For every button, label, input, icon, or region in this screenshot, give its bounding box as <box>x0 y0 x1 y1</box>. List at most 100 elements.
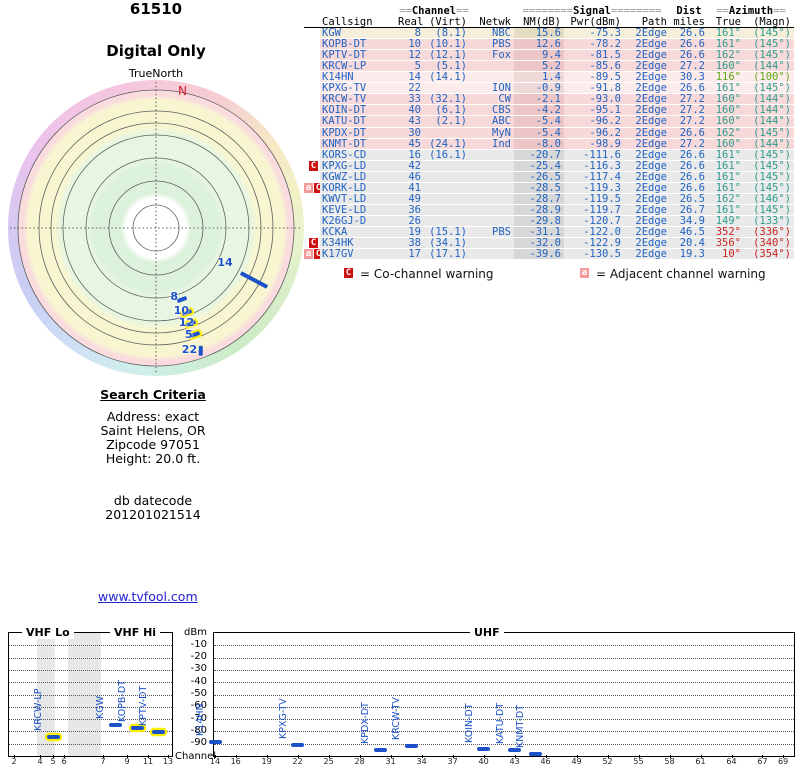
x-axis-tick-label: 31 <box>385 757 396 766</box>
radar-marker-label-ch22: 22 <box>181 343 198 357</box>
report-id-title: 61510 <box>129 0 183 18</box>
warning-badges <box>304 83 320 94</box>
cell-true_az: 162° <box>708 127 744 139</box>
cell-virt <box>424 171 470 183</box>
cell-miles: 19.3 <box>670 249 708 261</box>
signal-bar-kpdx-dt <box>373 748 387 753</box>
bar-label-text: KPDX-DT <box>360 702 372 745</box>
gridline <box>9 706 172 708</box>
x-axis-tick-label: 19 <box>261 757 272 766</box>
cell-virt: (17.1) <box>424 249 470 261</box>
x-axis-tick <box>127 755 128 758</box>
cell-nm: -5.4 <box>514 116 564 128</box>
bar-label-text: KGW <box>95 695 106 719</box>
cell-callsign: K17GV <box>320 249 398 261</box>
x-axis-tick-label: 49 <box>571 757 582 766</box>
warning-badges <box>304 128 320 139</box>
cell-netwk: MyN <box>470 127 514 139</box>
x-axis-tick-label: 52 <box>602 757 613 766</box>
radar-marker-label-ch14: 14 <box>217 255 233 269</box>
cell-pwr: -111.6 <box>564 149 624 161</box>
cell-magn_az: (354°) <box>744 249 794 261</box>
x-axis-tick <box>40 755 41 758</box>
x-axis-tick <box>762 755 764 758</box>
x-axis-tick <box>700 755 702 758</box>
radar-marker-label-ch5: 5 <box>184 328 193 342</box>
cell-virt: (24.1) <box>424 138 470 150</box>
co-channel-warning-icon: C <box>309 237 318 248</box>
cell-pwr: -96.2 <box>564 127 624 139</box>
x-axis-tick <box>514 755 516 758</box>
co-channel-warning-icon: C <box>344 268 353 278</box>
cell-true_az: 161° <box>708 149 744 161</box>
warning-badges <box>304 72 320 83</box>
gridline <box>214 669 794 671</box>
cell-nm: -20.7 <box>514 149 564 161</box>
x-axis-tick <box>215 755 216 758</box>
cell-real: 45 <box>398 138 424 150</box>
x-axis-tick-label: 5 <box>50 757 56 766</box>
y-axis-tick-label: -20 <box>190 651 207 663</box>
y-axis-tick-label: -90 <box>190 737 207 749</box>
warning-badges: C <box>304 160 320 172</box>
adjacent-channel-warning-icon: a <box>304 182 313 193</box>
y-axis-tick-label: -60 <box>190 700 207 712</box>
cell-pwr: -98.9 <box>564 138 624 150</box>
x-axis-tick-label: 9 <box>124 757 130 766</box>
gridline <box>9 682 172 684</box>
signal-bar-krcw-lp <box>46 735 60 740</box>
cell-netwk: PBS <box>470 227 514 238</box>
cell-real: 17 <box>398 249 424 261</box>
cell-real: 16 <box>398 149 424 161</box>
legend-co-channel-label: = Co-channel warning <box>360 267 494 281</box>
x-axis-tick-label: 14 <box>209 757 221 766</box>
cell-virt: (2.1) <box>424 116 470 128</box>
azimuth-radar-plot: N 14 8 10 12 5 22 <box>8 80 304 376</box>
x-axis-tick <box>297 755 299 758</box>
warning-badges <box>304 139 320 150</box>
x-axis-tick <box>103 755 104 758</box>
x-axis-tick-label: 7 <box>100 757 106 766</box>
x-axis-tick <box>452 755 454 758</box>
cell-netwk <box>470 237 514 250</box>
warning-badges <box>304 150 320 161</box>
search-city: Saint Helens, OR <box>100 423 206 438</box>
unused-spectrum-band <box>68 633 101 756</box>
cell-callsign: KPDX-DT <box>320 127 398 139</box>
cell-path: 2Edge <box>624 127 670 139</box>
x-axis-tick <box>359 755 361 758</box>
y-axis-tick-label: -70 <box>190 712 207 724</box>
x-axis-tick-label: 64 <box>726 757 737 766</box>
signal-bar-katu-dt <box>508 748 522 753</box>
cell-miles: 26.6 <box>670 127 708 139</box>
gridline <box>214 731 794 733</box>
x-axis-title: Channel <box>175 751 217 762</box>
cell-netwk <box>470 149 514 161</box>
true-north-axis-label: TrueNorth <box>128 67 184 80</box>
db-datecode-value: 201201021514 <box>105 507 201 522</box>
db-datecode-label: db datecode <box>113 493 193 508</box>
cell-pwr: -96.2 <box>564 116 624 128</box>
corner <box>304 17 320 29</box>
warning-badges <box>304 61 320 72</box>
tvfool-link[interactable]: www.tvfool.com <box>98 589 198 604</box>
search-address-mode: Address: exact <box>106 409 200 424</box>
search-height: Height: 20.0 ft. <box>105 451 201 466</box>
x-axis-tick-label: 4 <box>37 757 43 766</box>
cell-netwk: Fox <box>470 50 514 62</box>
radar-marker-label-ch8: 8 <box>170 290 178 304</box>
cell-miles: 27.2 <box>670 116 708 128</box>
cell-callsign: KORS-CD <box>320 149 398 161</box>
band-label-vhf-lo: VHF Lo <box>22 626 74 639</box>
x-axis-tick <box>328 755 330 758</box>
cell-real: 30 <box>398 127 424 139</box>
cell-true_az: 160° <box>708 116 744 128</box>
vhf-panel <box>8 632 173 757</box>
gridline <box>214 657 794 659</box>
legend-adjacent-channel: a = Adjacent channel warning <box>580 267 766 281</box>
bar-label-text: KPXG-TV <box>277 698 289 739</box>
cell-virt: (16.1) <box>424 149 470 161</box>
warning-badges <box>304 172 320 183</box>
warning-badges <box>304 227 320 238</box>
